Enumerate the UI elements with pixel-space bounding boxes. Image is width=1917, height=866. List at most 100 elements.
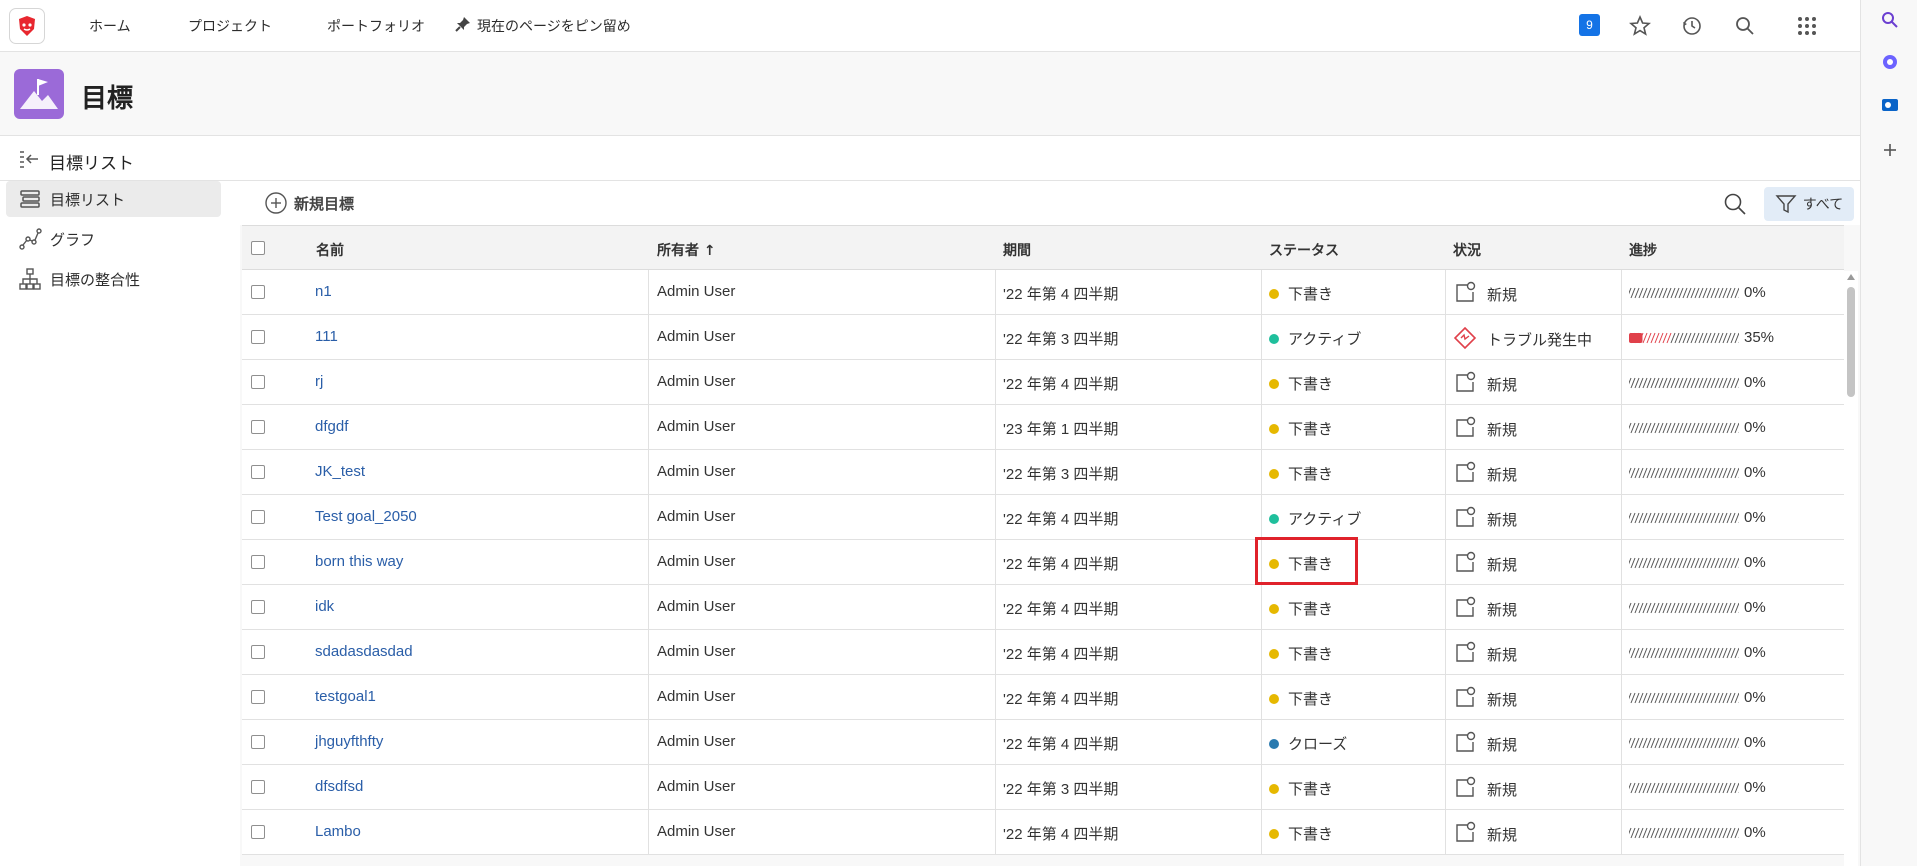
table-row[interactable]: idk Admin User '22 年第 4 四半期 下書き 新規 0% — [242, 585, 1844, 630]
new-status-icon — [1456, 686, 1476, 707]
add-icon[interactable] — [1880, 140, 1900, 160]
row-checkbox[interactable] — [251, 420, 265, 434]
row-checkbox[interactable] — [251, 600, 265, 614]
row-checkbox[interactable] — [251, 690, 265, 704]
goal-name-link[interactable]: JK_test — [315, 463, 365, 480]
apps-grid-icon[interactable] — [1795, 14, 1819, 38]
table-row[interactable]: jhguyfthfty Admin User '22 年第 4 四半期 クローズ 新規 0… — [242, 720, 1844, 765]
table-row[interactable]: dfsdfsd Admin User '22 年第 3 四半期 下書き 新規 0% — [242, 765, 1844, 810]
table-row[interactable]: Test goal_2050 Admin User '22 年第 4 四半期 アクティ… — [242, 495, 1844, 540]
goal-name-link[interactable]: testgoal1 — [315, 688, 376, 705]
status-label[interactable]: 下書き — [1288, 373, 1333, 394]
row-checkbox[interactable] — [251, 825, 265, 839]
nav-portfolio[interactable]: ポートフォリオ — [327, 16, 425, 36]
filter-button[interactable]: すべて — [1764, 187, 1854, 221]
column-header-condition[interactable]: 状況 — [1453, 240, 1481, 260]
goal-name-link[interactable]: Lambo — [315, 823, 361, 840]
goal-name-link[interactable]: jhguyfthfty — [315, 733, 383, 750]
goal-name-link[interactable]: dfsdfsd — [315, 778, 363, 795]
search-icon[interactable] — [1722, 191, 1748, 217]
status-dot-icon — [1269, 829, 1279, 839]
owner-cell: Admin User — [657, 508, 736, 525]
new-status-icon — [1456, 731, 1476, 752]
status-label[interactable]: アクティブ — [1288, 508, 1361, 529]
goal-name-link[interactable]: rj — [315, 373, 323, 390]
status-label[interactable]: クローズ — [1288, 733, 1347, 754]
column-separator — [1445, 495, 1446, 540]
goal-name-link[interactable]: sdadasdasdad — [315, 643, 413, 660]
goal-name-link[interactable]: born this way — [315, 553, 403, 570]
column-header-name[interactable]: 名前 — [316, 240, 344, 260]
table-row[interactable]: rj Admin User '22 年第 4 四半期 下書き 新規 0% — [242, 360, 1844, 405]
table-row[interactable]: sdadasdasdad Admin User '22 年第 4 四半期 下書き 新規 0… — [242, 630, 1844, 675]
column-header-owner[interactable]: 所有者 ↑ — [657, 240, 716, 260]
goal-name-link[interactable]: Test goal_2050 — [315, 508, 417, 525]
column-separator — [995, 810, 996, 855]
nav-projects[interactable]: プロジェクト — [188, 16, 272, 36]
copilot-icon[interactable] — [1880, 52, 1900, 72]
nav-home[interactable]: ホーム — [89, 16, 131, 36]
search-icon[interactable] — [1733, 14, 1757, 38]
row-checkbox[interactable] — [251, 510, 265, 524]
row-checkbox[interactable] — [251, 555, 265, 569]
column-separator — [1621, 360, 1622, 405]
progress-bar — [1629, 827, 1739, 839]
owner-cell: Admin User — [657, 463, 736, 480]
notification-badge[interactable]: 9 — [1579, 14, 1600, 36]
table-row[interactable]: dfgdf Admin User '23 年第 1 四半期 下書き 新規 0% — [242, 405, 1844, 450]
column-header-progress[interactable]: 進捗 — [1629, 240, 1657, 260]
row-checkbox[interactable] — [251, 285, 265, 299]
app-logo[interactable] — [9, 8, 45, 44]
sidebar-item-graph[interactable]: グラフ — [6, 221, 221, 257]
search-sidebar-icon[interactable] — [1880, 10, 1900, 30]
outlook-icon[interactable] — [1880, 95, 1900, 115]
new-status-icon — [1456, 596, 1476, 617]
goal-name-link[interactable]: 111 — [315, 328, 338, 345]
scrollbar-thumb[interactable] — [1847, 287, 1855, 397]
status-dot-icon — [1269, 784, 1279, 794]
table-row[interactable]: n1 Admin User '22 年第 4 四半期 下書き 新規 0% — [242, 270, 1844, 315]
table-row[interactable]: 111 Admin User '22 年第 3 四半期 アクティブ トラブル発生中 35% — [242, 315, 1844, 360]
select-all-checkbox[interactable] — [251, 241, 265, 255]
status-dot-icon — [1269, 739, 1279, 749]
status-label[interactable]: 下書き — [1288, 688, 1333, 709]
status-label[interactable]: 下書き — [1288, 598, 1333, 619]
status-label[interactable]: 下書き — [1288, 283, 1333, 304]
table-row[interactable]: Lambo Admin User '22 年第 4 四半期 下書き 新規 0% — [242, 810, 1844, 855]
row-checkbox[interactable] — [251, 735, 265, 749]
table-scrollbar[interactable] — [1844, 271, 1858, 866]
sub-header: 目標リスト — [0, 136, 1860, 181]
row-checkbox[interactable] — [251, 375, 265, 389]
table-row[interactable]: JK_test Admin User '22 年第 3 四半期 下書き 新規 0% — [242, 450, 1844, 495]
status-label[interactable]: 下書き — [1288, 418, 1333, 439]
collapse-panel-icon[interactable] — [18, 148, 40, 170]
goal-name-link[interactable]: idk — [315, 598, 334, 615]
row-checkbox[interactable] — [251, 465, 265, 479]
new-goal-button[interactable]: 新規目標 — [264, 191, 354, 215]
status-label[interactable]: 下書き — [1288, 778, 1333, 799]
hierarchy-icon — [19, 268, 41, 290]
status-label[interactable]: 下書き — [1288, 463, 1333, 484]
star-icon[interactable] — [1628, 14, 1652, 38]
column-separator — [995, 405, 996, 450]
status-label[interactable]: 下書き — [1288, 823, 1333, 844]
column-header-period[interactable]: 期間 — [1003, 240, 1031, 260]
status-label[interactable]: アクティブ — [1288, 328, 1361, 349]
history-icon[interactable] — [1680, 14, 1704, 38]
goal-name-link[interactable]: n1 — [315, 283, 332, 300]
sidebar-item-alignment[interactable]: 目標の整合性 — [6, 261, 221, 297]
status-label[interactable]: 下書き — [1288, 643, 1333, 664]
table-row[interactable]: testgoal1 Admin User '22 年第 4 四半期 下書き 新規 0% — [242, 675, 1844, 720]
pin-page-link[interactable]: 現在のページをピン留め — [477, 16, 631, 36]
goal-name-link[interactable]: dfgdf — [315, 418, 348, 435]
sidebar-item-goal-list[interactable]: 目標リスト — [6, 181, 221, 217]
row-checkbox[interactable] — [251, 330, 265, 344]
table-row[interactable]: born this way Admin User '22 年第 4 四半期 下書き 新規… — [242, 540, 1844, 585]
column-header-status[interactable]: ステータス — [1269, 240, 1339, 260]
pin-icon[interactable] — [454, 15, 472, 33]
scroll-up-arrow-icon[interactable] — [1847, 274, 1855, 280]
table-header: 名前 所有者 ↑ 期間 ステータス 状況 進捗 — [242, 225, 1844, 270]
row-checkbox[interactable] — [251, 645, 265, 659]
condition-label: 新規 — [1487, 781, 1518, 799]
row-checkbox[interactable] — [251, 780, 265, 794]
